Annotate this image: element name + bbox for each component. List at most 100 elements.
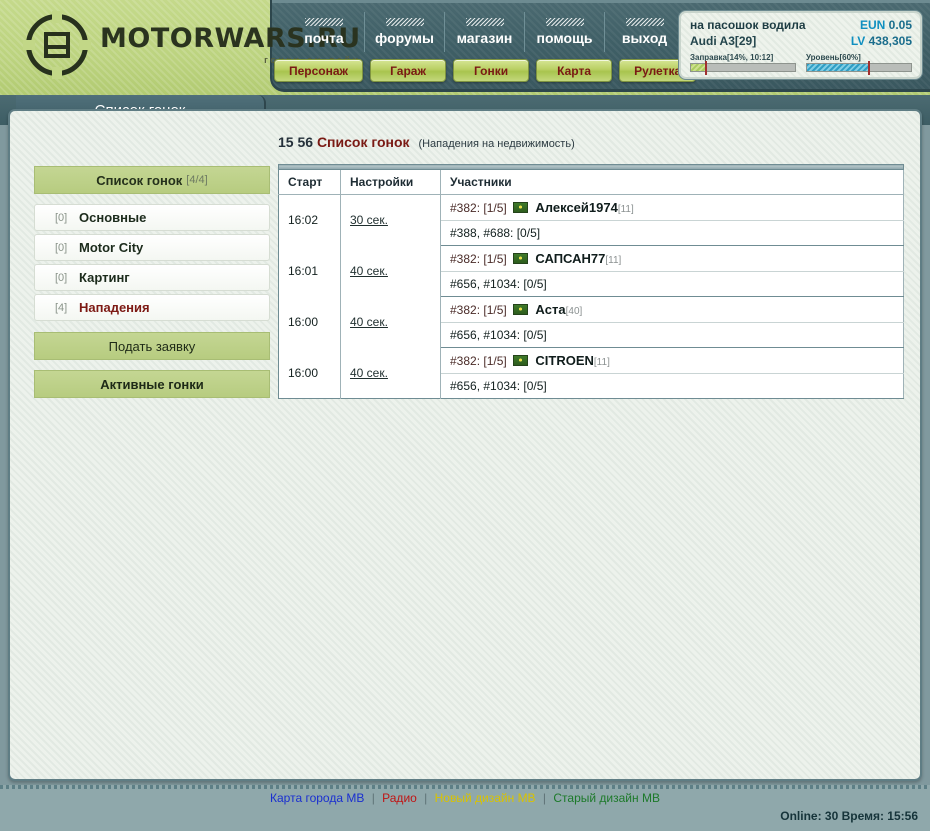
races-table: Старт Настройки Участники 16:02 30 сек.	[278, 164, 904, 399]
tab-karta[interactable]: Карта	[536, 59, 613, 82]
footer-divider	[0, 785, 930, 789]
level-fill	[807, 61, 871, 75]
race-start-time: 16:00	[278, 347, 341, 399]
toplink-label: почта	[304, 30, 344, 46]
table-row: 16:02 30 сек. #382: [1/5] Алексей1974[11…	[278, 194, 904, 246]
site-header: MOTORWARS.RU гонки он-лайн почта форумы …	[0, 0, 930, 95]
sidebar-item-label: Картинг	[79, 270, 130, 285]
race-settings-link[interactable]: 40 сек.	[350, 366, 388, 380]
toplink-magazin[interactable]: магазин	[444, 12, 524, 52]
fuel-gauge: Заправка[14%, 10:12]	[690, 53, 796, 75]
column-header-participants: Участники	[440, 169, 904, 195]
race-start-time: 16:00	[278, 296, 341, 348]
sidebar-item-count: [0]	[55, 271, 68, 284]
race-participant-secondary: #656, #1034: [0/5]	[440, 271, 904, 297]
race-settings: 30 сек.	[340, 194, 441, 246]
user-car: Audi A3[29]	[690, 34, 757, 48]
user-currency: EUN 0.05	[860, 18, 912, 32]
column-header-start: Старт	[278, 169, 341, 195]
sidebar-item-count: [0]	[55, 211, 68, 224]
race-participant-primary: #382: [1/5] Алексей1974[11]	[440, 194, 904, 221]
toplink-label: форумы	[375, 30, 434, 46]
table-row: 16:00 40 сек. #382: [1/5] Acтa[40]	[278, 296, 904, 348]
level-gauge: Уровень[60%]	[806, 53, 912, 75]
user-name: на пасошок водила	[690, 18, 806, 32]
clan-flag-icon	[513, 304, 529, 315]
currency-value: 0.05	[888, 18, 912, 32]
race-settings-link[interactable]: 30 сек.	[350, 213, 388, 227]
content-panel: Список гонок [4/4] [0] Основные [0] Moto…	[8, 109, 922, 781]
fuel-marker-icon	[704, 61, 707, 75]
page-clock: 15 56	[278, 134, 314, 150]
tab-personazh[interactable]: Персонаж	[274, 59, 364, 82]
clan-flag-icon	[513, 202, 529, 213]
lv-label: LV	[850, 34, 866, 48]
tab-gonki[interactable]: Гонки	[453, 59, 530, 82]
sidebar-item-count: [0]	[55, 241, 68, 254]
table-row: 16:01 40 сек. #382: [1/5] САПСАН77[11]	[278, 245, 904, 297]
participant-name[interactable]: CITROEN	[535, 353, 594, 368]
user-info-panel: на пасошок водила EUN 0.05 Audi A3[29] L…	[679, 11, 922, 79]
primary-tab-buttons: Персонаж Гараж Гонки Карта Рулетка	[274, 59, 697, 82]
fuel-track	[690, 61, 796, 75]
race-settings: 40 сек.	[340, 347, 441, 399]
footer-separator: |	[542, 791, 547, 805]
race-start-time: 16:01	[278, 245, 341, 297]
hatch-decor-icon	[385, 18, 424, 26]
active-races-button[interactable]: Активные гонки	[34, 370, 270, 398]
clan-flag-icon	[513, 355, 529, 366]
race-participant-secondary: #656, #1034: [0/5]	[440, 322, 904, 348]
footer-links: Карта города МВ | Радио | Новый дизайн М…	[0, 791, 930, 805]
page-title: 15 56 Список гонок (Нападения на недвижи…	[278, 134, 904, 150]
footer-link-novyy-dizayn[interactable]: Новый дизайн МВ	[435, 791, 536, 805]
participant-id: #382: [1/5]	[450, 252, 507, 266]
tab-garazh[interactable]: Гараж	[370, 59, 447, 82]
footer-link-staryy-dizayn[interactable]: Старый дизайн МВ	[553, 791, 660, 805]
sidebar-item-motor-city[interactable]: [0] Motor City	[34, 234, 270, 261]
lv-value: 438,305	[868, 34, 912, 48]
participant-name[interactable]: САПСАН77	[535, 251, 605, 266]
participant-level: [11]	[605, 255, 622, 266]
page-subtitle: (Нападения на недвижимость)	[418, 138, 575, 150]
page-root: MOTORWARS.RU гонки он-лайн почта форумы …	[0, 0, 930, 831]
participant-name[interactable]: Алексей1974	[535, 200, 617, 215]
toplink-vyhod[interactable]: выход	[604, 12, 684, 52]
race-participant-primary: #382: [1/5] CITROEN[11]	[440, 347, 904, 374]
footer-status: Online: 30 Время: 15:56	[780, 809, 918, 823]
toplink-pochta[interactable]: почта	[284, 12, 364, 52]
sidebar-item-count: [4]	[55, 301, 68, 314]
hatch-decor-icon	[465, 18, 504, 26]
sidebar: Список гонок [4/4] [0] Основные [0] Moto…	[34, 166, 270, 398]
footer-link-radio[interactable]: Радио	[382, 791, 417, 805]
sidebar-item-napadeniya[interactable]: [4] Нападения	[34, 294, 270, 321]
site-footer: Карта города МВ | Радио | Новый дизайн М…	[0, 785, 930, 831]
participant-level: [11]	[617, 204, 634, 215]
participant-level: [11]	[593, 357, 610, 368]
hatch-decor-icon	[305, 18, 343, 26]
sidebar-item-karting[interactable]: [0] Картинг	[34, 264, 270, 291]
footer-link-karta-goroda[interactable]: Карта города МВ	[270, 791, 364, 805]
sidebar-item-osnovnye[interactable]: [0] Основные	[34, 204, 270, 231]
race-settings-link[interactable]: 40 сек.	[350, 315, 388, 329]
toplink-forumy[interactable]: форумы	[364, 12, 444, 52]
sidebar-header-spisok-gonok[interactable]: Список гонок [4/4]	[34, 166, 270, 194]
fuel-fill	[691, 61, 707, 75]
toplink-label: помощь	[536, 30, 593, 46]
submit-application-button[interactable]: Подать заявку	[34, 332, 270, 360]
participant-name[interactable]: Acтa	[535, 302, 565, 317]
race-settings-link[interactable]: 40 сек.	[350, 264, 388, 278]
sidebar-item-label: Нападения	[79, 300, 150, 315]
participant-id: #382: [1/5]	[450, 303, 507, 317]
participant-id: #382: [1/5]	[450, 201, 507, 215]
participant-level: [40]	[565, 306, 583, 317]
sidebar-item-label: Motor City	[79, 240, 144, 255]
table-row: 16:00 40 сек. #382: [1/5] CITROEN[11]	[278, 347, 904, 399]
race-participant-secondary: #388, #688: [0/5]	[440, 220, 904, 246]
sidebar-header-label: Список гонок	[96, 172, 183, 188]
currency-label: EUN	[859, 18, 886, 32]
hatch-decor-icon	[625, 18, 664, 26]
toplink-pomoshch[interactable]: помощь	[524, 12, 604, 52]
race-start-time: 16:02	[278, 194, 341, 246]
main-content: 15 56 Список гонок (Нападения на недвижи…	[278, 134, 904, 399]
column-header-settings: Настройки	[340, 169, 441, 195]
